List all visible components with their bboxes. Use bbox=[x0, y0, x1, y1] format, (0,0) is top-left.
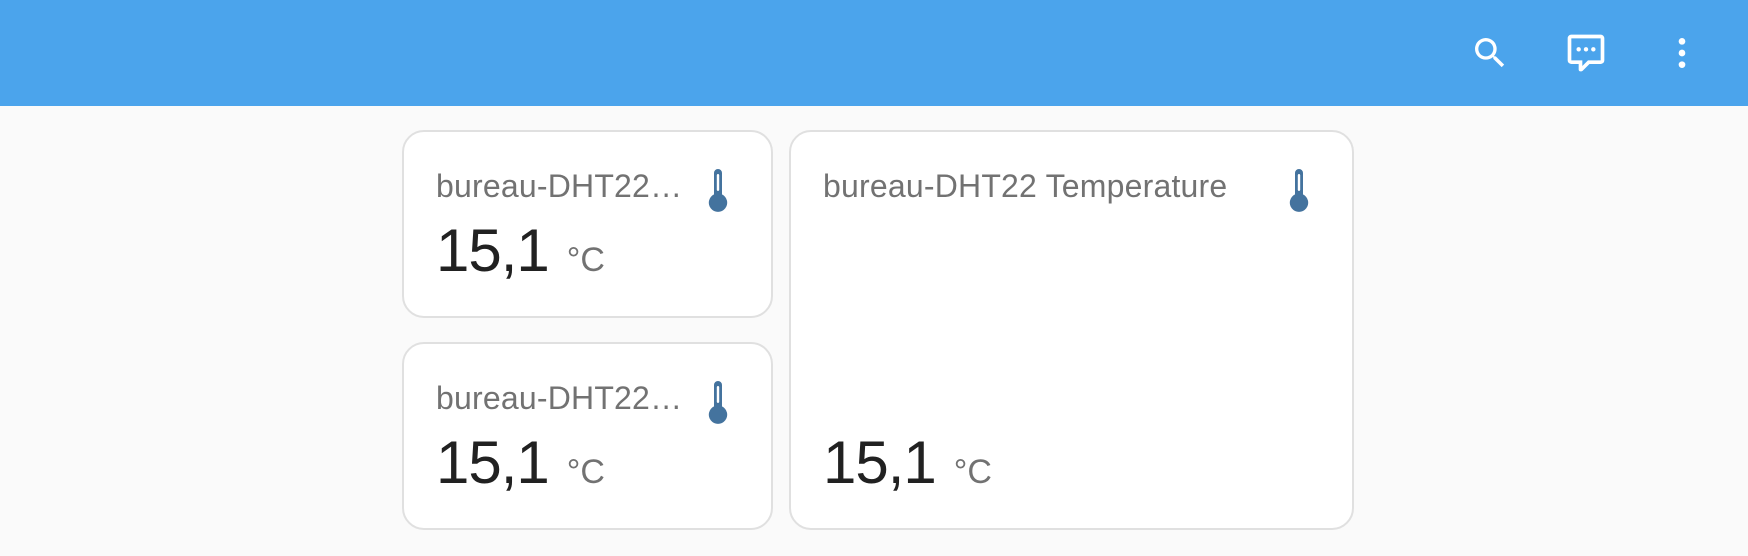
card-unit: °C bbox=[953, 453, 992, 491]
thermometer-icon bbox=[700, 380, 736, 426]
search-button[interactable] bbox=[1458, 21, 1522, 85]
card-value: 15,1 bbox=[436, 429, 550, 496]
card-unit: °C bbox=[566, 453, 605, 491]
sensor-card-temperature-2[interactable]: bureau-DHT22 ... 15,1 °C bbox=[402, 342, 773, 530]
search-icon bbox=[1470, 33, 1510, 73]
card-unit: °C bbox=[566, 241, 605, 279]
card-state: 15,1 °C bbox=[436, 216, 605, 285]
more-vert-icon bbox=[1662, 33, 1702, 73]
card-title: bureau-DHT22 ... bbox=[436, 168, 686, 204]
more-options-button[interactable] bbox=[1650, 21, 1714, 85]
card-state: 15,1 °C bbox=[436, 428, 605, 497]
card-value: 15,1 bbox=[823, 429, 937, 496]
thermometer-icon bbox=[1281, 168, 1317, 214]
top-app-bar bbox=[0, 0, 1748, 106]
assist-chat-icon bbox=[1564, 31, 1608, 75]
assist-button[interactable] bbox=[1554, 21, 1618, 85]
thermometer-icon bbox=[700, 168, 736, 214]
card-title: bureau-DHT22 Temperature bbox=[823, 168, 1228, 204]
sensor-card-temperature-1[interactable]: bureau-DHT22 ... 15,1 °C bbox=[402, 130, 773, 318]
sensor-card-temperature-large[interactable]: bureau-DHT22 Temperature 15,1 °C bbox=[789, 130, 1354, 530]
card-title: bureau-DHT22 ... bbox=[436, 380, 686, 416]
card-state: 15,1 °C bbox=[823, 428, 992, 497]
card-value: 15,1 bbox=[436, 217, 550, 284]
